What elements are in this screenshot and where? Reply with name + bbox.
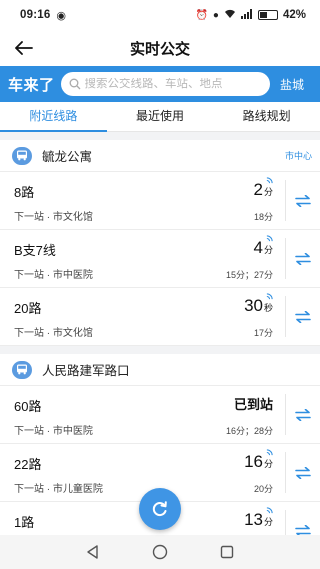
stop-list: 毓龙公寓 市中心 8路 下一站 · 市文化馆 2 分 18分 B支7线 下一站 · 市中医院 4 分… [0, 132, 320, 535]
nav-back-button[interactable] [86, 545, 100, 559]
eta-status: 已到站 [233, 397, 273, 412]
eta-following: 20分 [253, 484, 273, 494]
route-info: 22路下一站 · 市儿童医院 16 分 20分 [0, 444, 285, 501]
city-selector[interactable]: 盐城 [270, 76, 314, 93]
route-name: 60路 [14, 399, 42, 414]
next-stop: 下一站 · 市文化馆 [14, 328, 93, 339]
route-info: B支7线下一站 · 市中医院 4 分 15分；27分 [0, 230, 285, 287]
tab-bar: 附近线路 最近使用 路线规划 [0, 102, 320, 132]
swap-direction-button[interactable] [286, 288, 320, 345]
battery-percent: 42% [282, 9, 306, 21]
nav-recents-button[interactable] [220, 545, 234, 559]
route-name: 1路 [14, 515, 35, 530]
next-stop: 下一站 · 市文化馆 [14, 212, 93, 223]
eta-value: 13 [244, 510, 263, 529]
square-recents-icon [220, 545, 234, 559]
stop-card: 毓龙公寓 市中心 8路 下一站 · 市文化馆 2 分 18分 B支7线 下一站 · 市中医院 4 分… [0, 140, 320, 346]
swap-direction-icon [295, 466, 311, 479]
swap-direction-icon [295, 310, 311, 323]
realtime-signal-icon [266, 177, 273, 184]
route-info: 20路下一站 · 市文化馆 30 秒 17分 [0, 288, 285, 345]
stop-area-tag: 市中心 [284, 151, 312, 161]
triangle-back-icon [87, 545, 98, 559]
eta-unit: 分 [263, 459, 273, 469]
page-title: 实时公交 [129, 40, 190, 58]
search-box[interactable] [60, 72, 270, 96]
eta-unit: 分 [263, 245, 273, 255]
next-stop: 下一站 · 市儿童医院 [14, 484, 103, 495]
eta-following: 16分；28分 [225, 426, 273, 436]
circle-home-icon [152, 544, 168, 560]
eta-unit: 分 [263, 187, 273, 197]
arrow-left-icon [15, 41, 33, 55]
stop-name: 毓龙公寓 [42, 150, 93, 164]
eta-value: 2 [253, 180, 263, 199]
bus-icon [17, 364, 27, 375]
swap-direction-button[interactable] [286, 502, 320, 535]
eta-following: 15分；27分 [225, 270, 273, 280]
stop-name: 人民路建军路口 [42, 364, 130, 378]
search-banner: 车来了 盐城 [0, 66, 320, 102]
header: 实时公交 [0, 30, 320, 66]
nav-home-button[interactable] [152, 544, 168, 560]
route-row[interactable]: B支7线下一站 · 市中医院 4 分 15分；27分 [0, 230, 320, 288]
swap-direction-button[interactable] [286, 230, 320, 287]
realtime-signal-icon [266, 293, 273, 300]
bus-icon [17, 150, 27, 161]
stop-header[interactable]: 人民路建军路口 [0, 354, 320, 386]
swap-direction-icon [295, 408, 311, 421]
back-button[interactable] [0, 30, 48, 66]
system-nav-bar [0, 535, 320, 569]
route-row[interactable]: 60路下一站 · 市中医院 已到站 16分；28分 [0, 386, 320, 444]
route-name: 20路 [14, 301, 42, 316]
next-stop: 下一站 · 市中医院 [14, 426, 93, 437]
status-bar: 09:16 ◉ ⏰ ● 42% [0, 0, 320, 30]
search-icon [69, 78, 80, 90]
eye-icon: ◉ [56, 9, 67, 22]
swap-direction-icon [295, 524, 311, 535]
refresh-icon [152, 501, 167, 517]
route-name: B支7线 [14, 243, 56, 258]
eta-value: 4 [253, 238, 263, 257]
eta-display: 已到站 [234, 394, 273, 413]
signal-icon [240, 8, 253, 22]
swap-direction-button[interactable] [286, 444, 320, 501]
brand-logo: 车来了 [8, 76, 55, 94]
stop-header[interactable]: 毓龙公寓 市中心 [0, 140, 320, 172]
alarm-icon: ⏰ [195, 9, 208, 21]
next-stop: 下一站 · 市中医院 [14, 270, 93, 281]
swap-direction-button[interactable] [286, 172, 320, 229]
tab-route-planning[interactable]: 路线规划 [213, 102, 320, 131]
wifi-icon [224, 9, 236, 22]
battery-icon [257, 10, 278, 20]
tab-recent[interactable]: 最近使用 [107, 102, 214, 131]
route-name: 8路 [14, 185, 35, 200]
swap-direction-icon [295, 194, 311, 207]
swap-direction-button[interactable] [286, 386, 320, 443]
route-row[interactable]: 20路下一站 · 市文化馆 30 秒 17分 [0, 288, 320, 346]
realtime-signal-icon [266, 449, 273, 456]
eta-value: 16 [244, 452, 263, 471]
swap-direction-icon [295, 252, 311, 265]
tab-nearby-lines[interactable]: 附近线路 [0, 102, 107, 132]
bus-badge [12, 360, 32, 379]
realtime-signal-icon [266, 235, 273, 242]
search-input[interactable] [84, 78, 262, 90]
eta-unit: 秒 [263, 303, 273, 313]
eta-following: 17分 [253, 328, 273, 338]
route-info: 8路下一站 · 市文化馆 2 分 18分 [0, 172, 285, 229]
route-name: 22路 [14, 457, 42, 472]
route-row[interactable]: 8路下一站 · 市文化馆 2 分 18分 [0, 172, 320, 230]
eta-following: 18分 [253, 212, 273, 222]
eta-unit: 分 [263, 517, 273, 527]
route-info: 60路下一站 · 市中医院 已到站 16分；28分 [0, 386, 285, 443]
bus-badge [12, 146, 32, 165]
realtime-signal-icon [266, 507, 273, 514]
status-time: 09:16 [20, 9, 51, 21]
status-icons: ⏰ ● 42% [195, 8, 306, 22]
location-icon: ● [212, 9, 219, 21]
refresh-button[interactable] [139, 488, 181, 530]
eta-value: 30 [244, 296, 263, 315]
app-screen: 09:16 ◉ ⏰ ● 42% 实时公交 车来了 盐城 附近线路 [0, 0, 320, 569]
